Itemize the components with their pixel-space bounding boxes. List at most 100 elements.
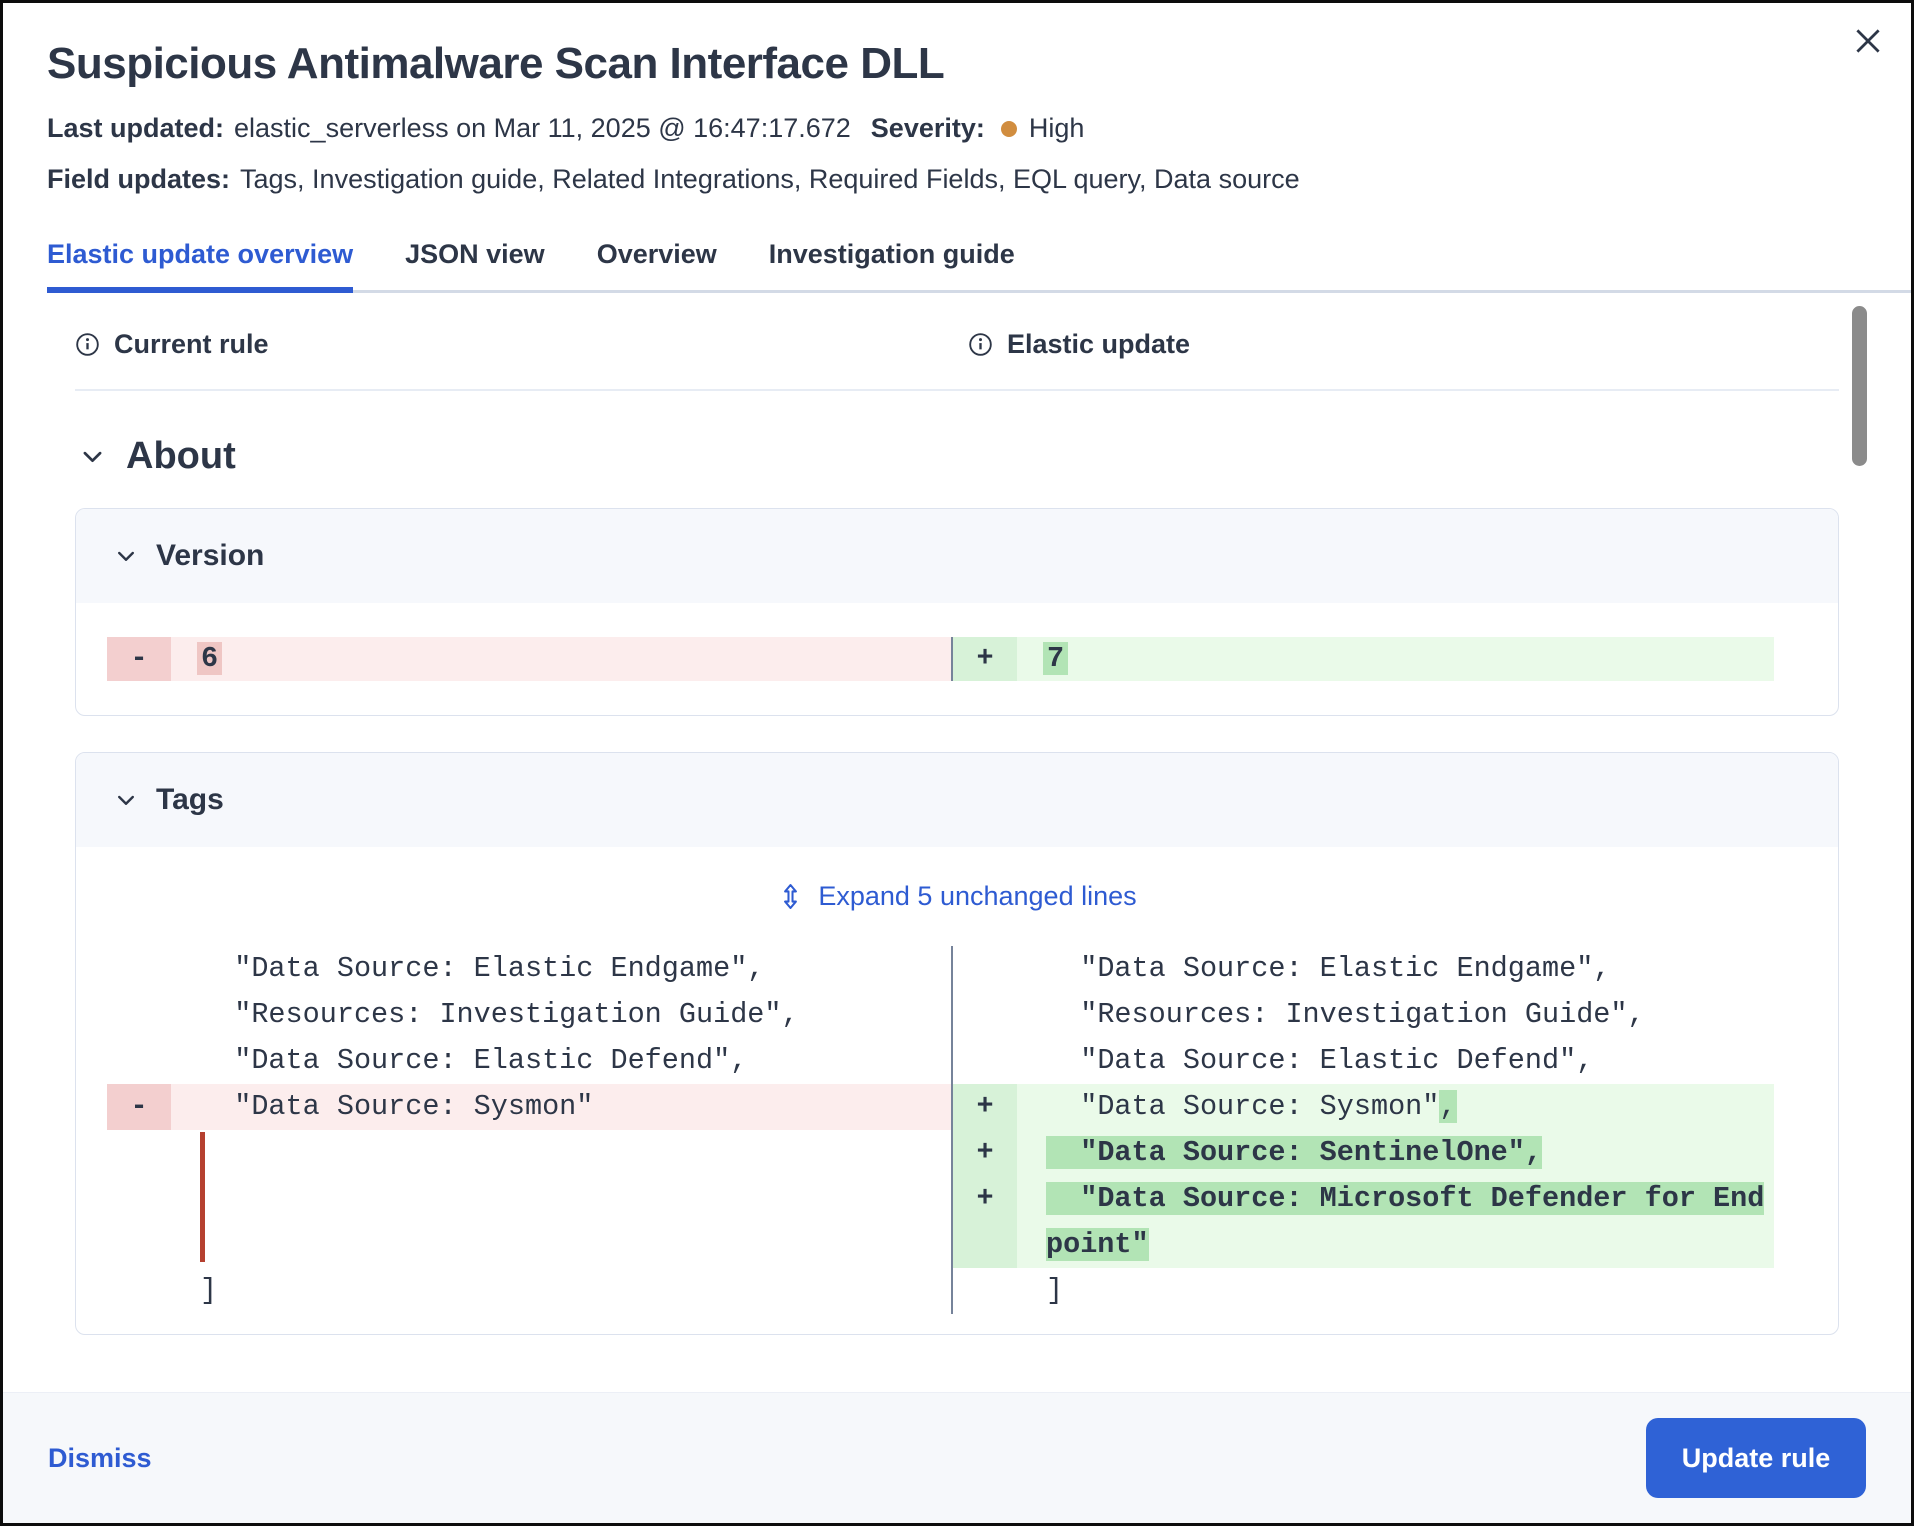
expand-unchanged-lines-label: Expand 5 unchanged lines (818, 881, 1136, 912)
chevron-down-icon (114, 788, 138, 812)
column-headers: Current rule Elastic update (75, 329, 1839, 373)
version-panel: Version - 6 + 7 (75, 508, 1839, 716)
close-button[interactable] (1849, 21, 1889, 61)
about-label: About (126, 435, 236, 478)
diff-gutter: + (953, 1084, 1017, 1130)
diff-line-content: "Resources: Investigation Guide", (171, 992, 951, 1038)
update-rule-button[interactable]: Update rule (1646, 1418, 1866, 1498)
rule-update-modal: { "title": "Suspicious Antimalware Scan … (0, 0, 1914, 1526)
diff-gutter (107, 946, 171, 992)
diff-line-content: "Data Source: Elastic Defend", (1017, 1038, 1774, 1084)
tab-bar: Elastic update overview JSON view Overvi… (47, 239, 1911, 293)
current-rule-diff-row (107, 1130, 951, 1268)
elastic-update-diff-row: + "Data Source: Sysmon", (953, 1084, 1776, 1130)
tags-diff-current-column: "Data Source: Elastic Endgame", "Resourc… (107, 946, 951, 1314)
diff-gutter: + (953, 1176, 1017, 1268)
elastic-update-diff-row: ] (953, 1268, 1776, 1314)
elastic-update-label: Elastic update (1007, 329, 1190, 360)
version-panel-label: Version (156, 539, 264, 573)
modal-header: Suspicious Antimalware Scan Interface DL… (3, 3, 1911, 195)
version-added-line: + 7 (951, 637, 1774, 681)
diff-line-content: "Data Source: Sysmon" (171, 1084, 951, 1130)
diff-gutter (107, 1130, 171, 1268)
diff-gutter (953, 1268, 1017, 1314)
dismiss-button[interactable]: Dismiss (48, 1443, 152, 1474)
info-icon[interactable] (75, 332, 100, 357)
tags-diff: "Data Source: Elastic Endgame", "Resourc… (107, 946, 1838, 1314)
tab-investigation-guide[interactable]: Investigation guide (769, 239, 1015, 290)
tags-panel-body: Expand 5 unchanged lines "Data Source: E… (76, 881, 1838, 1314)
close-icon (1851, 24, 1885, 58)
removed-content: 6 (171, 637, 951, 681)
elastic-update-diff-row: "Data Source: Elastic Endgame", (953, 946, 1776, 992)
diff-line-content: "Data Source: Elastic Endgame", (1017, 946, 1774, 992)
current-rule-label: Current rule (114, 329, 269, 360)
removed-gutter: - (107, 637, 171, 681)
current-rule-diff-row: "Data Source: Elastic Defend", (107, 1038, 951, 1084)
deleted-lines-marker (200, 1132, 205, 1262)
diff-line-content: ] (171, 1268, 951, 1314)
removed-value: 6 (197, 642, 222, 675)
comparison-content: Current rule Elastic update About Versio… (75, 329, 1839, 1335)
current-rule-diff-row: ] (107, 1268, 951, 1314)
last-updated-value: elastic_serverless on Mar 11, 2025 @ 16:… (234, 113, 851, 144)
rule-title: Suspicious Antimalware Scan Interface DL… (47, 39, 1821, 89)
diff-gutter (107, 1268, 171, 1314)
tags-panel-header[interactable]: Tags (76, 753, 1838, 847)
field-updates-value: Tags, Investigation guide, Related Integ… (240, 164, 1300, 195)
chevron-down-icon (114, 544, 138, 568)
meta-line-updated: Last updated: elastic_serverless on Mar … (47, 113, 1821, 144)
diff-gutter (953, 946, 1017, 992)
version-diff: - 6 + 7 (76, 603, 1838, 715)
added-gutter: + (953, 637, 1017, 681)
version-panel-header[interactable]: Version (76, 509, 1838, 603)
elastic-update-diff-row: + "Data Source: Microsoft Defender for E… (953, 1176, 1776, 1268)
tab-elastic-update-overview[interactable]: Elastic update overview (47, 239, 353, 290)
about-section-header[interactable]: About (79, 435, 1839, 478)
meta-line-field-updates: Field updates: Tags, Investigation guide… (47, 164, 1821, 195)
elastic-update-diff-row: "Resources: Investigation Guide", (953, 992, 1776, 1038)
chevron-down-icon (79, 443, 106, 470)
severity-value: High (1029, 113, 1085, 144)
diff-line-content (171, 1130, 951, 1268)
elastic-update-diff-row: "Data Source: Elastic Defend", (953, 1038, 1776, 1084)
last-updated-label: Last updated: (47, 113, 224, 144)
info-icon[interactable] (968, 332, 993, 357)
diff-line-content: "Data Source: Elastic Defend", (171, 1038, 951, 1084)
tags-panel-label: Tags (156, 783, 224, 817)
diff-line-content: "Data Source: SentinelOne", (1017, 1130, 1774, 1176)
column-header-divider (75, 389, 1839, 391)
diff-line-content: ] (1017, 1268, 1774, 1314)
field-updates-label: Field updates: (47, 164, 230, 195)
added-value: 7 (1043, 642, 1068, 675)
version-removed-line: - 6 (107, 637, 951, 681)
current-rule-diff-row: "Resources: Investigation Guide", (107, 992, 951, 1038)
tags-diff-update-column: "Data Source: Elastic Endgame", "Resourc… (951, 946, 1776, 1314)
diff-gutter (953, 1038, 1017, 1084)
elastic-update-diff-row: + "Data Source: SentinelOne", (953, 1130, 1776, 1176)
diff-gutter (107, 992, 171, 1038)
severity-high-dot-icon (1001, 121, 1017, 137)
current-rule-diff-row: - "Data Source: Sysmon" (107, 1084, 951, 1130)
diff-gutter (953, 992, 1017, 1038)
elastic-update-column-header: Elastic update (968, 329, 1190, 360)
diff-gutter: + (953, 1130, 1017, 1176)
diff-gutter (107, 1038, 171, 1084)
tags-panel: Tags Expand 5 unchanged lines "Data Sour… (75, 752, 1839, 1335)
tab-overview[interactable]: Overview (597, 239, 717, 290)
diff-line-content: "Data Source: Microsoft Defender for End… (1017, 1176, 1774, 1268)
modal-footer: Dismiss Update rule (3, 1392, 1911, 1523)
vertical-scrollbar-thumb[interactable] (1852, 306, 1867, 466)
current-rule-column-header: Current rule (75, 329, 1839, 360)
severity-label: Severity: (871, 113, 985, 144)
diff-line-content: "Data Source: Sysmon", (1017, 1084, 1774, 1130)
expand-vertical-icon (777, 883, 804, 910)
tab-json-view[interactable]: JSON view (405, 239, 545, 290)
diff-line-content: "Resources: Investigation Guide", (1017, 992, 1774, 1038)
current-rule-diff-row: "Data Source: Elastic Endgame", (107, 946, 951, 992)
expand-unchanged-lines-link[interactable]: Expand 5 unchanged lines (76, 881, 1838, 912)
version-diff-row: - 6 + 7 (107, 637, 1838, 681)
diff-line-content: "Data Source: Elastic Endgame", (171, 946, 951, 992)
diff-gutter: - (107, 1084, 171, 1130)
added-content: 7 (1017, 637, 1774, 681)
